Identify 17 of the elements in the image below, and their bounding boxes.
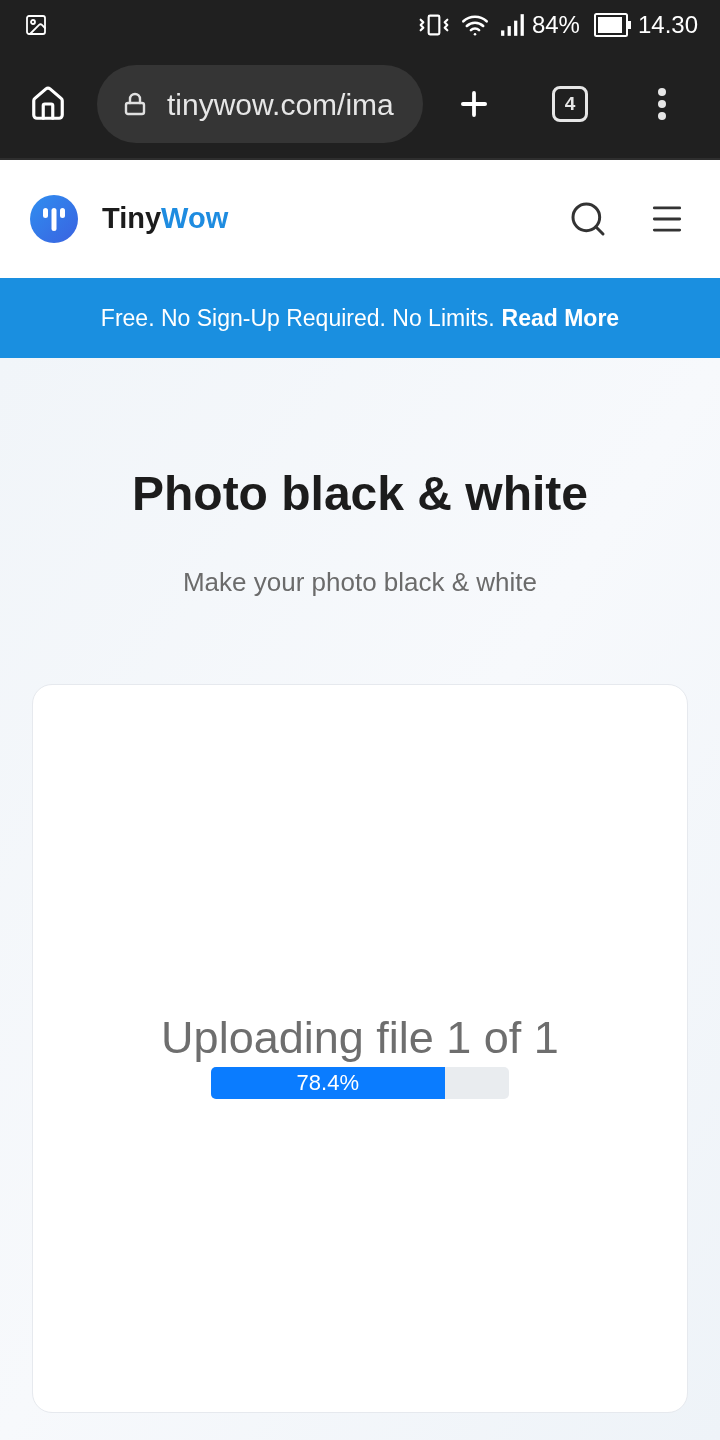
banner-text: Free. No Sign-Up Required. No Limits. [100, 303, 495, 333]
clock-time: 14.30 [637, 10, 698, 40]
tab-count-button[interactable]: 4 [552, 86, 588, 122]
url-text: tinywow.com/ima [167, 86, 394, 123]
upload-status: Uploading file 1 of 1 [161, 1010, 559, 1065]
progress-percent: 78.4% [296, 1069, 359, 1097]
home-icon [29, 85, 67, 123]
page-title: Photo black & white [131, 466, 588, 522]
battery-icon [593, 13, 632, 37]
logo-wordmark[interactable]: TinyWow [102, 197, 229, 241]
address-bar[interactable]: tinywow.com/ima [97, 65, 423, 143]
more-icon [658, 88, 666, 120]
page-subtitle: Make your photo black & white [182, 567, 538, 598]
signal-icon [499, 14, 526, 36]
battery-percent: 84% [531, 10, 580, 40]
logo-icon [30, 195, 78, 243]
lock-icon [123, 91, 147, 117]
